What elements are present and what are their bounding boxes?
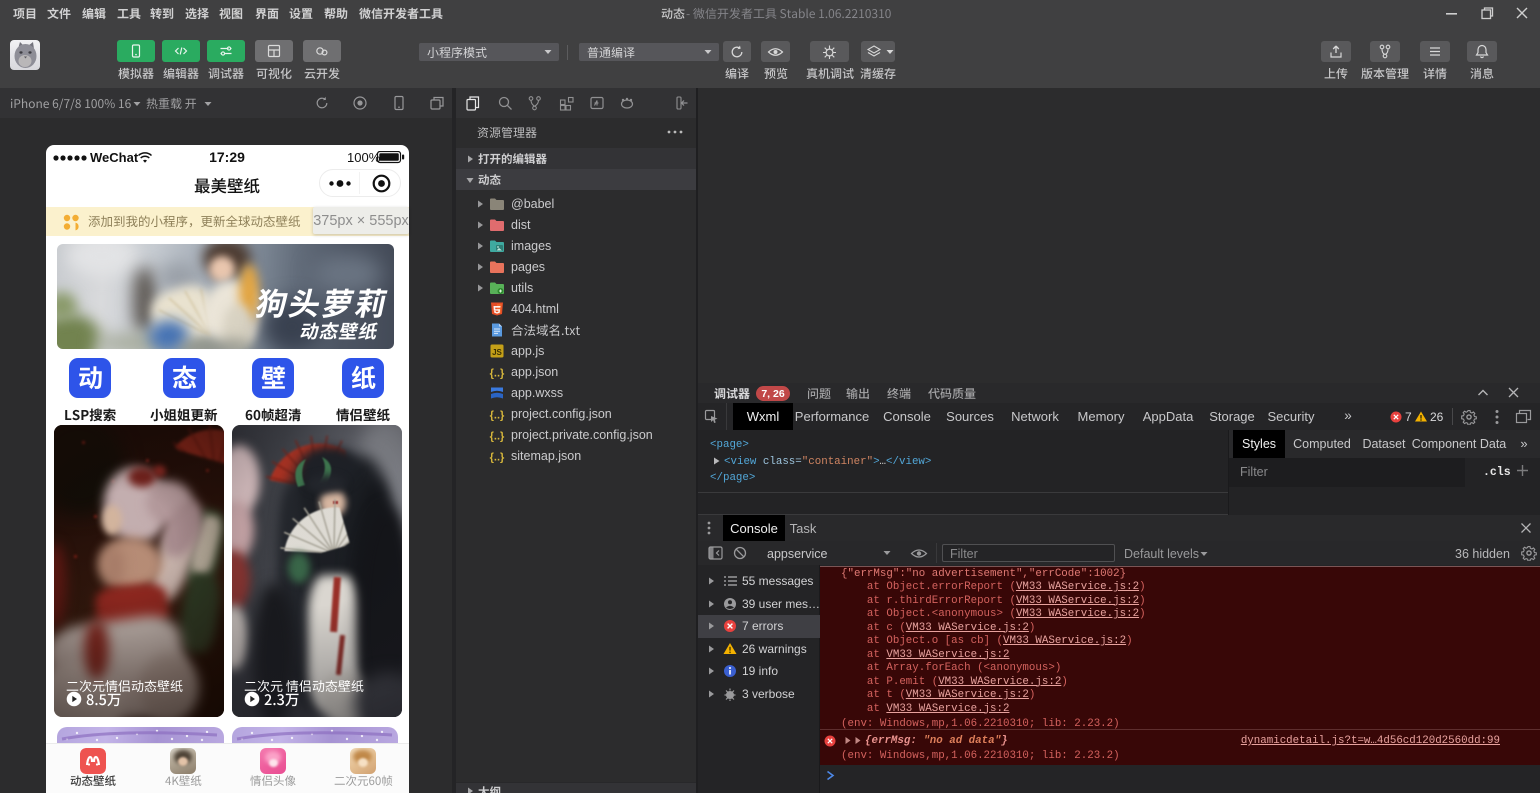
svg-text:{..}: {..} <box>490 410 505 422</box>
svg-text:JS: JS <box>492 348 502 357</box>
svg-text:{..}: {..} <box>490 431 505 443</box>
svg-text:{..}: {..} <box>490 368 505 380</box>
svg-text:{..}: {..} <box>490 452 505 464</box>
